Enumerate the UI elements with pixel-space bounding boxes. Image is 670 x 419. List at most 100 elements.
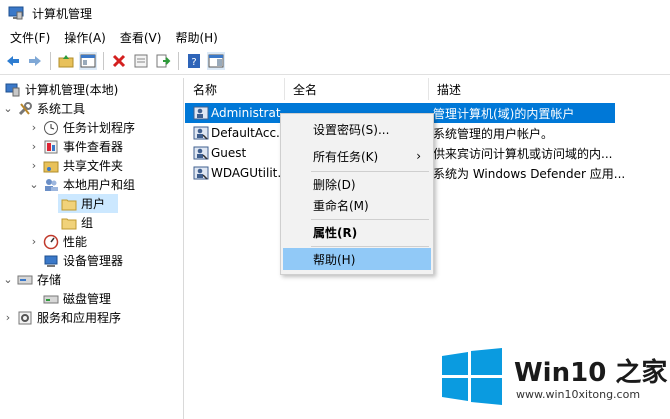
menu-separator — [311, 171, 429, 172]
tree-label: 事件查看器 — [63, 140, 124, 154]
user-description: 系统为 Windows Defender 应用... — [433, 166, 626, 181]
tree-label: 设备管理器 — [63, 254, 124, 268]
up-folder-icon[interactable] — [57, 52, 75, 70]
action-pane-icon[interactable] — [207, 52, 225, 70]
toolbar-separator — [50, 52, 51, 70]
menu-view[interactable]: 查看(V) — [120, 29, 162, 46]
chevron-down-icon[interactable]: ⌄ — [2, 273, 14, 286]
show-pane-icon[interactable] — [79, 52, 97, 70]
disk-management-icon — [43, 291, 59, 307]
menu-item-set-password[interactable]: 设置密码(S)... — [283, 118, 431, 140]
user-name: WDAGUtilit... — [211, 166, 285, 180]
services-icon — [17, 310, 33, 326]
user-icon — [193, 125, 209, 141]
tree-label: 任务计划程序 — [63, 121, 136, 135]
tree-item-device-manager[interactable]: 设备管理器 — [40, 251, 123, 270]
computer-management-app-icon — [8, 5, 24, 21]
help-icon[interactable]: ? — [185, 52, 203, 70]
folder-icon — [61, 196, 77, 212]
menu-item-all-tasks[interactable]: 所有任务(K) › — [283, 145, 431, 167]
menu-separator — [311, 219, 429, 220]
toolbar: ? — [0, 48, 670, 75]
menu-help[interactable]: 帮助(H) — [175, 29, 217, 46]
toolbar-separator — [103, 52, 104, 70]
menu-item-rename[interactable]: 重命名(M) — [283, 194, 431, 216]
tree-label: 用户 — [81, 197, 106, 211]
user-name: Administrat... — [211, 106, 285, 120]
tree-label: 系统工具 — [37, 102, 86, 116]
menu-action[interactable]: 操作(A) — [64, 29, 106, 46]
menu-item-properties[interactable]: 属性(R) — [283, 221, 431, 243]
tree-label: 共享文件夹 — [63, 159, 124, 173]
tree-label: 磁盘管理 — [63, 292, 112, 306]
delete-icon[interactable] — [110, 52, 128, 70]
watermark-brand: Win10 之家 — [514, 358, 668, 388]
chevron-down-icon[interactable]: ⌄ — [2, 102, 14, 115]
tree-label: 组 — [81, 216, 94, 230]
tree-item-local-users-groups[interactable]: ⌄ 本地用户和组 — [28, 175, 135, 194]
clock-icon — [43, 120, 59, 136]
window-title: 计算机管理 — [32, 6, 93, 21]
title-bar: 计算机管理 — [0, 0, 670, 26]
user-description: 系统管理的用户帐户。 — [433, 126, 554, 141]
user-icon — [193, 145, 209, 161]
chevron-right-icon[interactable]: › — [2, 311, 14, 324]
user-name: Guest — [211, 146, 247, 160]
user-name: DefaultAcc... — [211, 126, 285, 140]
tree-item-groups[interactable]: 组 — [58, 213, 93, 232]
user-description: 管理计算机(域)的内置帐户 — [433, 106, 575, 121]
column-header-description[interactable]: 描述 — [429, 78, 670, 100]
menu-bar: 文件(F) 操作(A) 查看(V) 帮助(H) — [0, 26, 670, 48]
tree-item-system-tools[interactable]: ⌄ 系统工具 — [2, 99, 85, 118]
chevron-right-icon[interactable]: › — [28, 235, 40, 248]
column-header-fullname[interactable]: 全名 — [285, 78, 429, 100]
user-icon — [193, 105, 209, 121]
shared-folder-icon — [43, 158, 59, 174]
menu-file[interactable]: 文件(F) — [10, 29, 50, 46]
tree-label: 服务和应用程序 — [37, 311, 122, 325]
windows-logo-icon — [440, 348, 504, 409]
tree-label: 性能 — [63, 235, 88, 249]
tree-item-services-applications[interactable]: › 服务和应用程序 — [2, 308, 121, 327]
forward-arrow-icon[interactable] — [26, 52, 44, 70]
tree-item-computer-management[interactable]: 计算机管理(本地) — [2, 80, 118, 99]
user-icon — [193, 165, 209, 181]
chevron-down-icon[interactable]: ⌄ — [28, 178, 40, 191]
tree-item-users[interactable]: 用户 — [58, 194, 118, 213]
toolbar-separator — [178, 52, 179, 70]
event-viewer-icon — [43, 139, 59, 155]
column-header-name[interactable]: 名称 — [185, 78, 285, 100]
device-manager-icon — [43, 253, 59, 269]
chevron-right-icon[interactable]: › — [28, 121, 40, 134]
tree-item-disk-management[interactable]: 磁盘管理 — [40, 289, 111, 308]
tree-item-storage[interactable]: ⌄ 存储 — [2, 270, 61, 289]
users-group-icon — [43, 177, 59, 193]
menu-item-help[interactable]: 帮助(H) — [283, 248, 431, 270]
tools-icon — [17, 101, 33, 117]
folder-icon — [61, 215, 77, 231]
watermark-url: www.win10xitong.com — [516, 388, 641, 401]
menu-item-delete[interactable]: 删除(D) — [283, 173, 431, 195]
navigation-tree: 计算机管理(本地) ⌄ 系统工具 › 任务计划程序 › 事件查看器 › 共享文件… — [0, 78, 184, 419]
watermark: Win10 之家 www.win10xitong.com — [432, 346, 670, 419]
back-arrow-icon[interactable] — [4, 52, 22, 70]
performance-icon — [43, 234, 59, 250]
context-menu: 设置密码(S)... 所有任务(K) › 删除(D) 重命名(M) 属性(R) … — [280, 113, 434, 275]
submenu-arrow-icon: › — [416, 149, 421, 163]
chevron-right-icon[interactable]: › — [28, 159, 40, 172]
tree-label: 计算机管理(本地) — [25, 83, 119, 97]
tree-item-event-viewer[interactable]: › 事件查看器 — [28, 137, 123, 156]
properties-icon[interactable] — [132, 52, 150, 70]
export-icon[interactable] — [154, 52, 172, 70]
tree-label: 存储 — [37, 273, 62, 287]
svg-text:?: ? — [191, 57, 196, 68]
storage-icon — [17, 272, 33, 288]
computer-management-icon — [5, 82, 21, 98]
chevron-right-icon[interactable]: › — [28, 140, 40, 153]
tree-item-shared-folders[interactable]: › 共享文件夹 — [28, 156, 123, 175]
user-description: 供来宾访问计算机或访问域的内... — [433, 146, 613, 161]
tree-label: 本地用户和组 — [63, 178, 136, 192]
tree-item-task-scheduler[interactable]: › 任务计划程序 — [28, 118, 135, 137]
menu-separator — [311, 246, 429, 247]
tree-item-performance[interactable]: › 性能 — [28, 232, 87, 251]
